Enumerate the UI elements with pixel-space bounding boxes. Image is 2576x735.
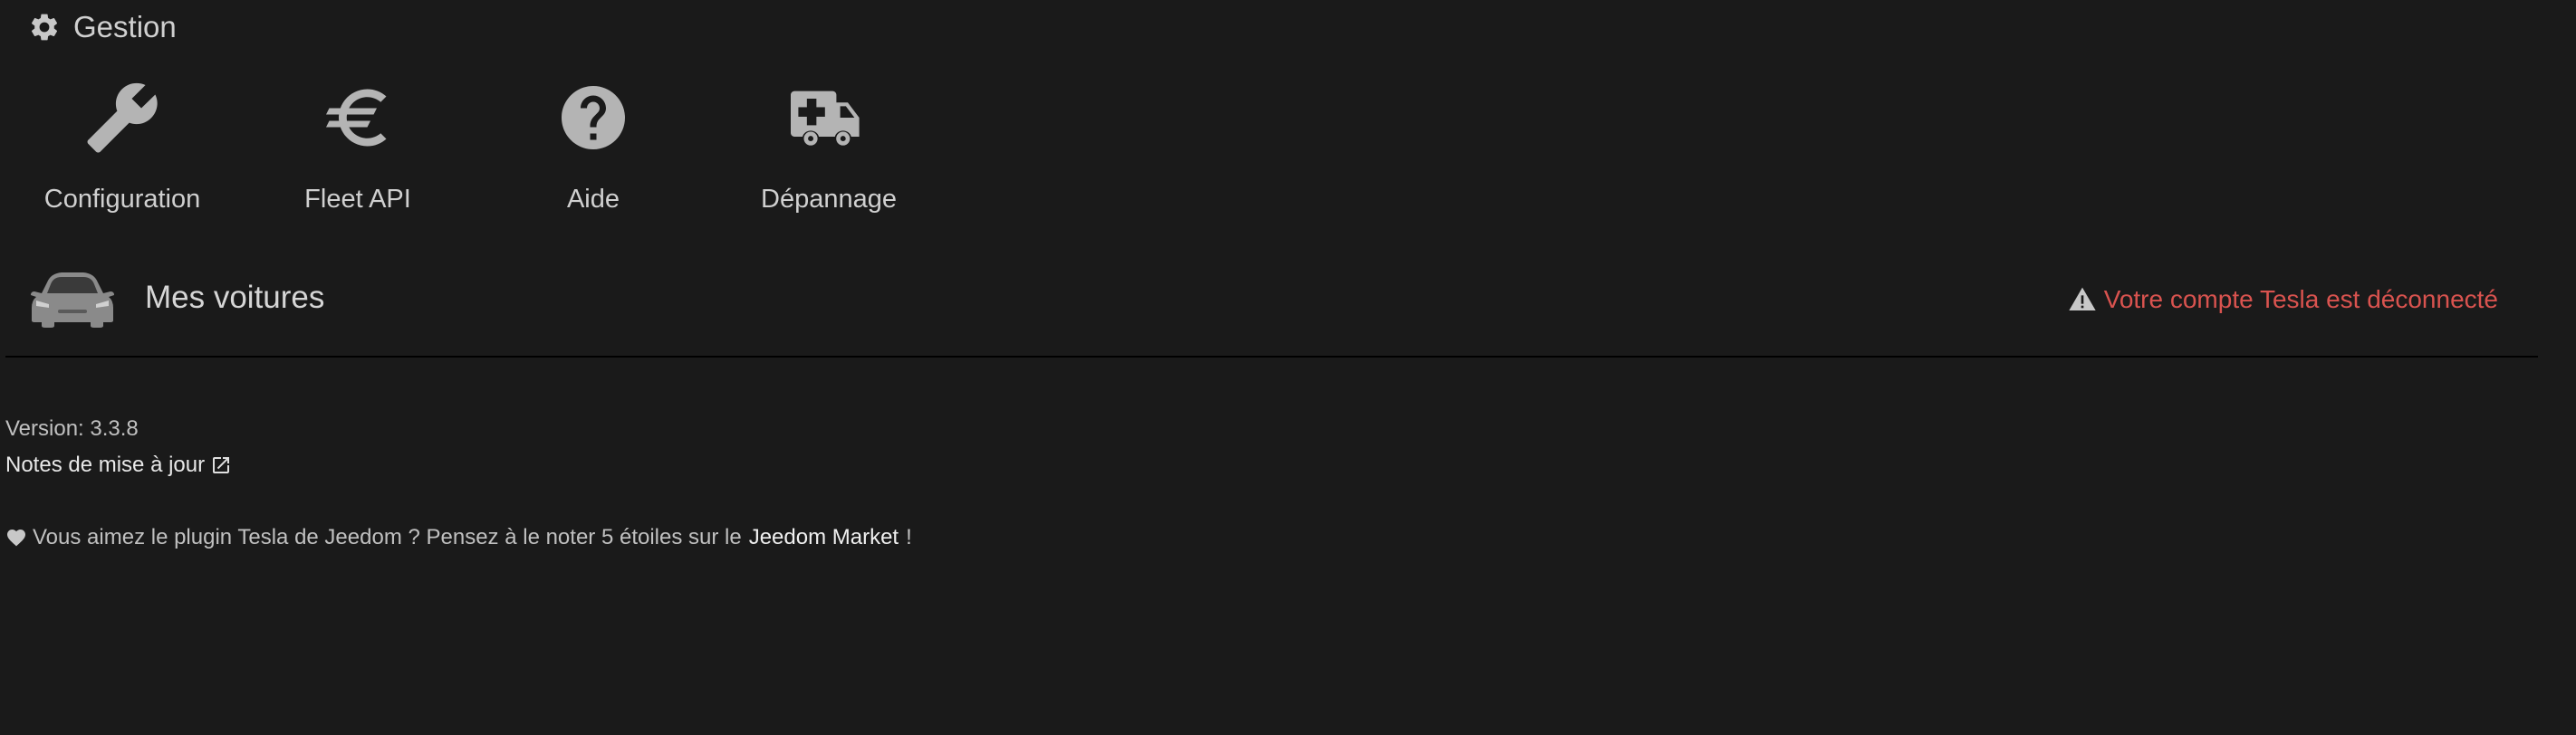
management-header: Gestion <box>28 9 177 45</box>
management-tiles: Configuration Fleet API Aide Dépannage <box>0 72 942 235</box>
help-label: Aide <box>566 185 620 214</box>
plugin-page: Gestion Configuration Fleet API Aide Dép… <box>0 0 2576 735</box>
car-icon <box>27 266 118 329</box>
divider <box>5 356 2538 358</box>
rating-suffix: ! <box>906 525 912 549</box>
gear-icon <box>28 11 61 43</box>
jeedom-market-link[interactable]: Jeedom Market <box>749 525 899 550</box>
help-button[interactable]: Aide <box>476 72 711 226</box>
warning-text: Votre compte Tesla est déconnecté <box>2103 285 2498 313</box>
euro-icon <box>320 80 396 156</box>
fleet-api-label: Fleet API <box>304 185 411 214</box>
cars-header: Mes voitures <box>27 266 324 329</box>
management-title: Gestion <box>73 10 177 43</box>
heart-icon <box>5 527 27 549</box>
cars-title: Mes voitures <box>145 280 325 315</box>
rating-message: Vous aimez le plugin Tesla de Jeedom ? P… <box>5 525 912 550</box>
configuration-label: Configuration <box>43 185 201 214</box>
rating-prefix: Vous aimez le plugin Tesla de Jeedom ? P… <box>33 525 742 549</box>
configuration-button[interactable]: Configuration <box>5 72 240 226</box>
release-notes-label: Notes de mise à jour <box>5 453 206 477</box>
warning-icon <box>2068 285 2097 314</box>
external-link-icon <box>210 454 232 476</box>
version-text: Version: 3.3.8 <box>5 416 139 441</box>
troubleshooting-label: Dépannage <box>761 185 897 214</box>
release-notes-link[interactable]: Notes de mise à jour <box>5 453 232 478</box>
ambulance-icon <box>791 80 867 156</box>
fleet-api-button[interactable]: Fleet API <box>240 72 476 226</box>
wrench-icon <box>84 80 160 156</box>
troubleshooting-button[interactable]: Dépannage <box>711 72 947 226</box>
disconnected-warning: Votre compte Tesla est déconnecté <box>2068 282 2498 317</box>
question-circle-icon <box>555 80 631 156</box>
